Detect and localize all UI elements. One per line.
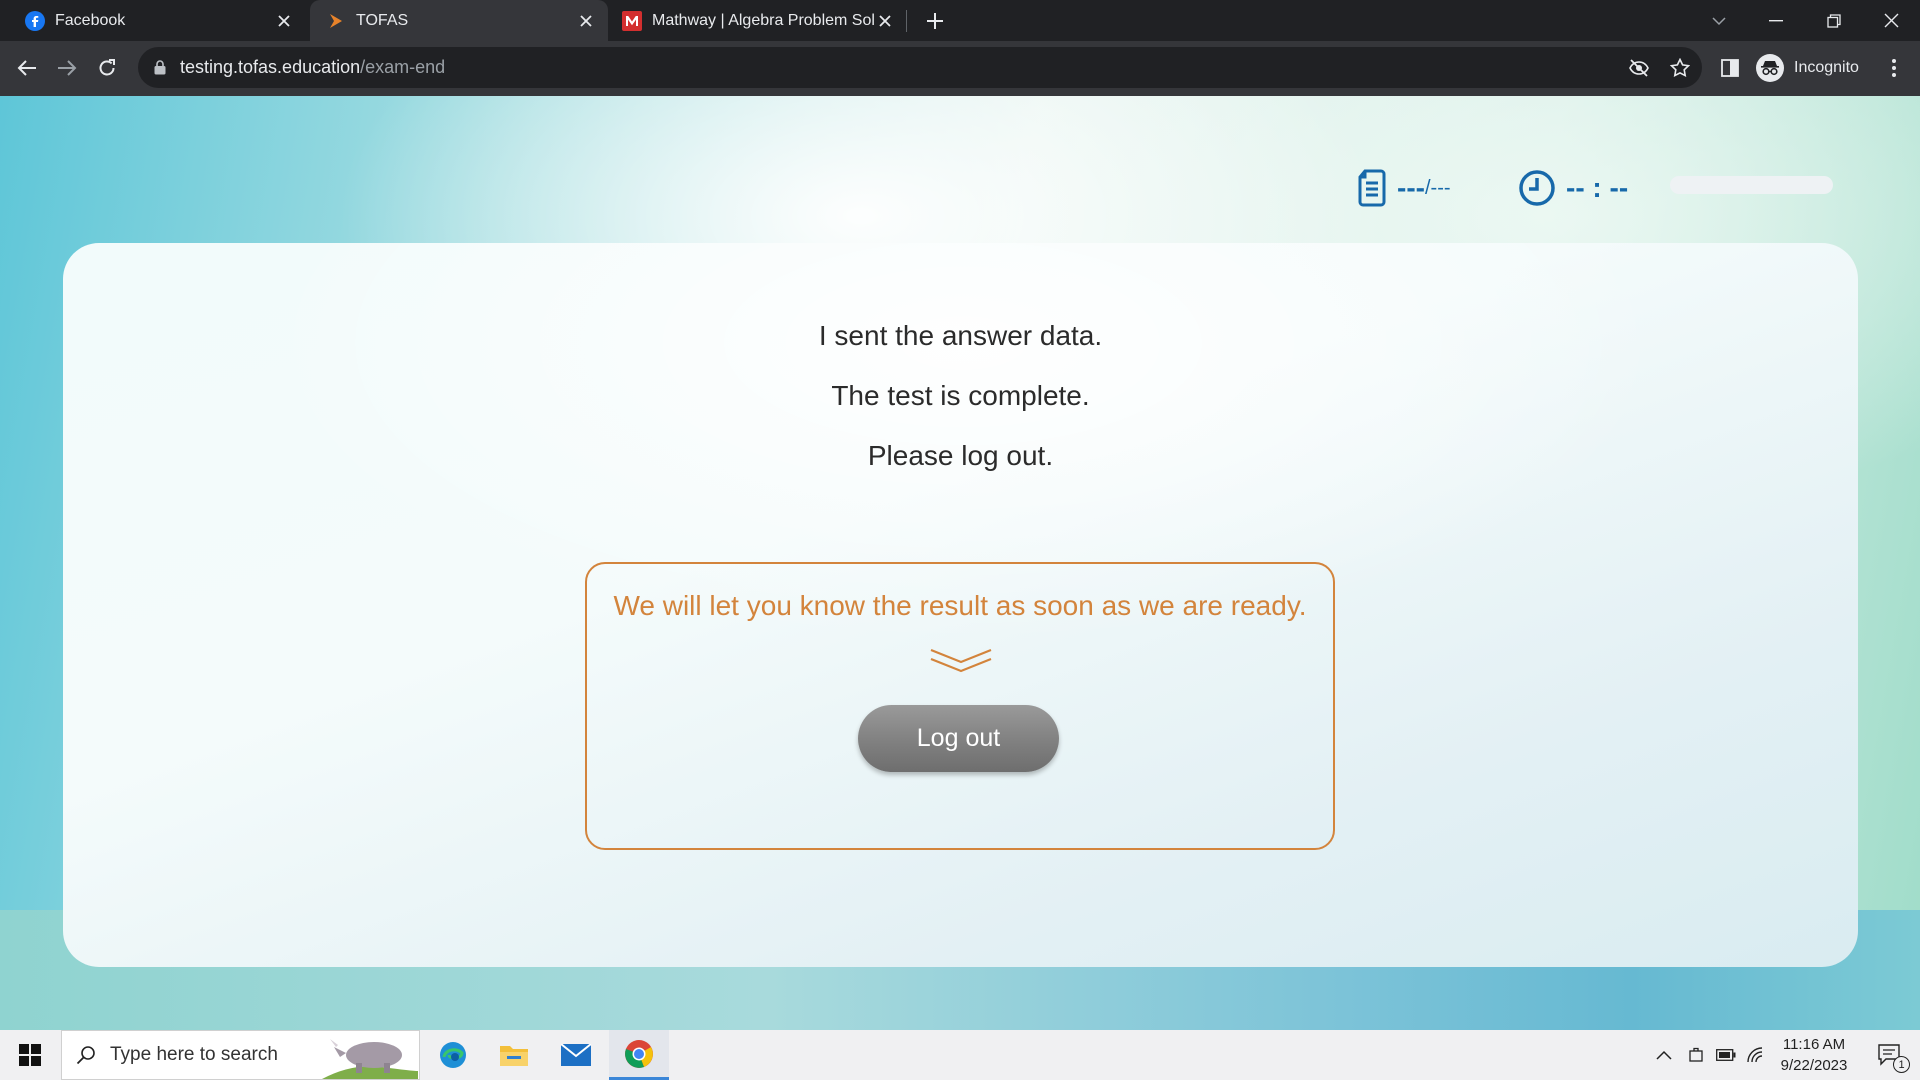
incognito-icon [1756,54,1784,82]
eye-off-icon[interactable] [1628,57,1650,79]
notification-center-button[interactable]: 1 [1868,1030,1912,1080]
double-chevron-down-icon [930,648,992,673]
mail-icon [561,1044,591,1066]
close-tab-icon[interactable] [875,11,895,31]
tofas-icon [326,11,346,31]
back-button[interactable] [12,53,42,83]
address-bar[interactable]: testing.tofas.education/exam-end [138,47,1702,88]
browser-menu-button[interactable] [1880,54,1908,82]
tab-strip: Facebook TOFAS Mathway | Algebra Problem… [0,0,1920,41]
clock-icon [1518,169,1556,207]
tab-mathway[interactable]: Mathway | Algebra Problem Solv [612,0,907,41]
taskbar-mail[interactable] [553,1030,599,1080]
exam-end-card: I sent the answer data. The test is comp… [63,243,1858,967]
rhino-illustration [322,1039,418,1079]
taskbar-search[interactable]: Type here to search [61,1030,420,1080]
search-placeholder: Type here to search [110,1044,278,1065]
url-domain: testing.tofas.education [180,57,361,77]
taskbar-file-explorer[interactable] [491,1030,537,1080]
tab-search-button[interactable] [1690,0,1748,41]
lock-icon[interactable] [154,60,168,75]
minimize-icon [1769,19,1783,21]
minimize-button[interactable] [1747,0,1805,41]
logout-button[interactable]: Log out [858,705,1059,772]
start-button[interactable] [8,1030,52,1080]
result-notice-box: We will let you know the result as soon … [585,562,1335,850]
question-current: --- [1397,172,1425,203]
more-vert-icon [1892,59,1896,77]
timer: -- : -- [1518,166,1628,210]
clock-time: 11:16 AM [1782,1036,1846,1053]
reload-button[interactable] [92,53,122,83]
side-panel-button[interactable] [1716,54,1744,82]
folder-icon [500,1046,528,1066]
reload-icon [99,59,115,76]
url-text: testing.tofas.education/exam-end [180,57,445,78]
question-counter: --- /--- [1357,166,1451,210]
timer-value: -- : -- [1566,172,1629,203]
notification-badge: 1 [1893,1056,1910,1073]
meet-now-icon[interactable] [1684,1030,1708,1080]
facebook-icon [25,10,45,31]
side-panel-icon [1721,59,1739,77]
browser-toolbar: testing.tofas.education/exam-end Incogni… [0,41,1920,96]
windows-taskbar: Type here to search 11:16 AM 9/22/2023 1 [0,1030,1920,1080]
chevron-up-icon [1656,1050,1672,1060]
restore-icon [1827,13,1841,28]
tab-facebook[interactable]: Facebook [0,0,306,41]
message-please-logout: Please log out. [867,440,1054,471]
edge-icon [440,1042,466,1068]
windows-icon [19,1044,41,1066]
url-path: /exam-end [360,57,446,77]
arrow-right-icon [58,60,77,76]
message-test-complete: The test is complete. [831,380,1090,411]
incognito-indicator[interactable]: Incognito [1756,52,1859,84]
close-icon [1884,13,1898,28]
close-tab-icon[interactable] [274,11,294,31]
tab-tofas[interactable]: TOFAS [310,0,608,41]
taskbar-chrome[interactable] [609,1030,669,1080]
close-window-button[interactable] [1862,0,1920,41]
show-hidden-icons[interactable] [1652,1030,1676,1080]
taskbar-edge[interactable] [430,1030,476,1080]
arrow-left-icon [17,60,36,76]
time-progress-bar [1670,176,1833,194]
tab-separator [906,10,907,32]
message-answer-sent: I sent the answer data. [818,320,1103,351]
page-viewport: --- /--- -- : -- I sent the answer data.… [0,96,1920,1030]
chrome-icon [625,1039,653,1068]
star-icon[interactable] [1669,57,1691,79]
question-total: /--- [1424,176,1451,199]
document-icon [1357,169,1387,207]
search-icon [76,1045,96,1065]
clock-date: 9/22/2023 [1780,1057,1848,1074]
mathway-icon [622,10,642,31]
plus-icon [927,13,943,29]
result-notice-text: We will let you know the result as soon … [613,590,1307,621]
forward-button[interactable] [52,53,82,83]
close-tab-icon[interactable] [576,11,596,31]
clock[interactable]: 11:16 AM 9/22/2023 [1766,1034,1862,1076]
wifi-icon[interactable] [1744,1030,1768,1080]
battery-icon[interactable] [1713,1030,1739,1080]
tab-title: TOFAS [356,11,409,29]
restore-button[interactable] [1805,0,1863,41]
new-tab-button[interactable] [920,8,950,34]
tab-title: Facebook [55,11,126,29]
chevron-down-icon [1712,16,1726,25]
tab-title: Mathway | Algebra Problem Solv [652,11,875,29]
incognito-label: Incognito [1794,59,1859,76]
